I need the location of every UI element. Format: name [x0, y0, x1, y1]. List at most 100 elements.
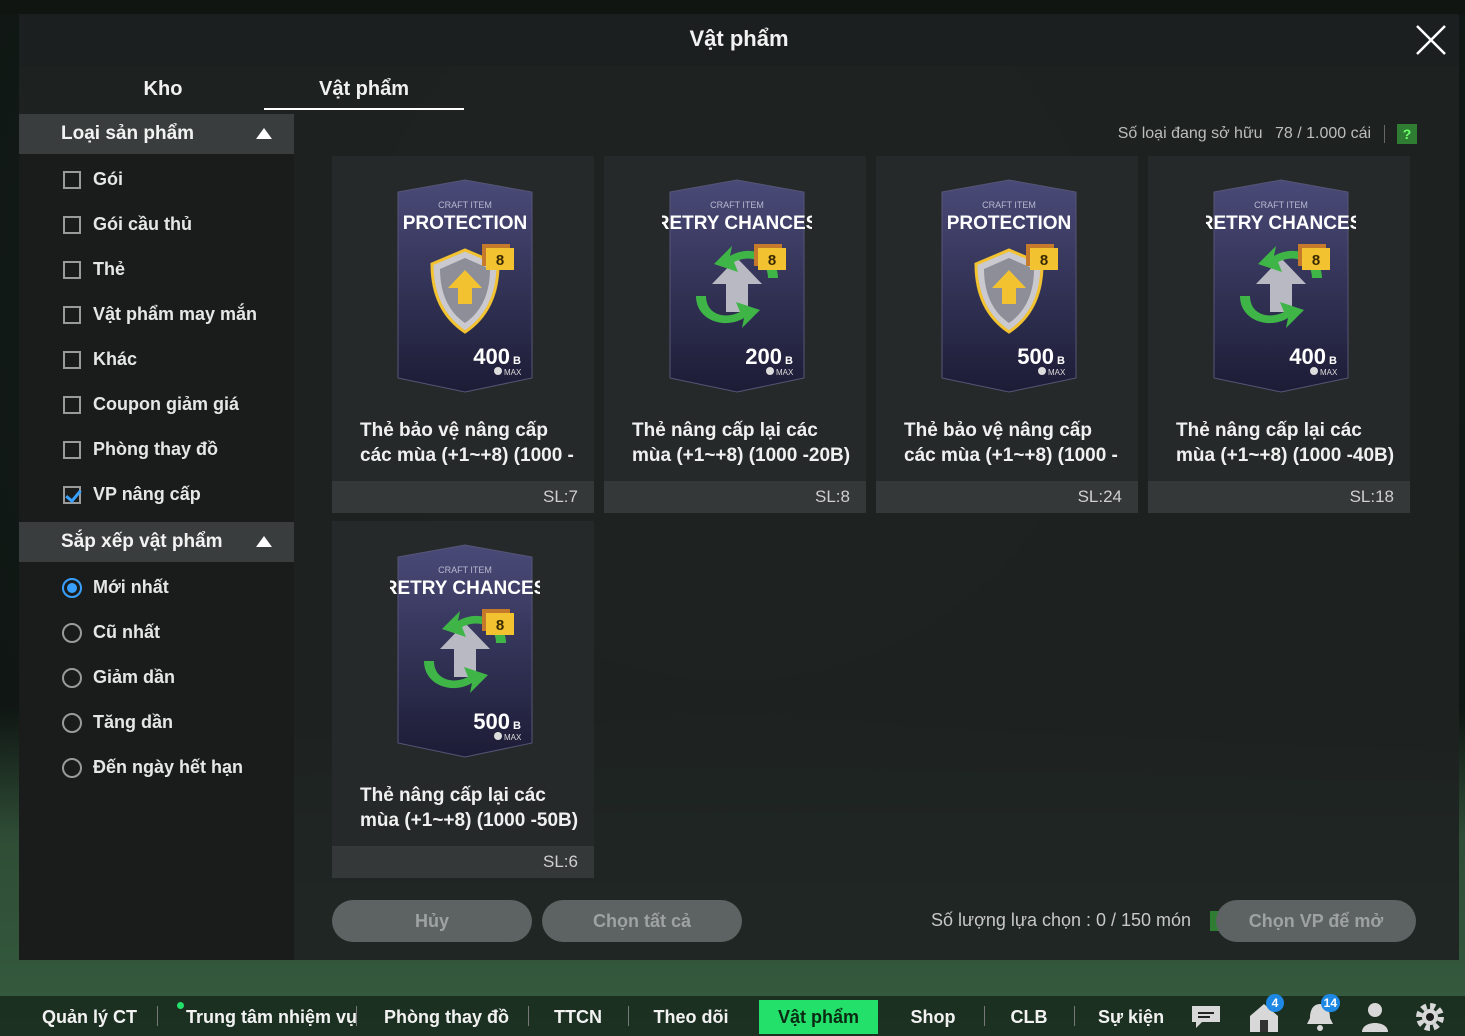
item-footer: SL:24 — [876, 481, 1138, 513]
owned-count-label: Số loại đang sở hữu — [1117, 125, 1263, 142]
close-button[interactable] — [1413, 22, 1449, 58]
cancel-button[interactable]: Hủy — [332, 900, 532, 942]
nav-theo-doi[interactable]: Theo dõi — [652, 996, 730, 1036]
protection-card-art: CRAFT ITEM PROTECTION 8 400 B MAX — [397, 179, 533, 393]
amount-label: 400 — [473, 344, 510, 369]
close-icon — [1416, 25, 1446, 55]
radio-button[interactable] — [62, 713, 82, 733]
item-name: Thẻ nâng cấp lại các mùa (+1~+8) (1000 -… — [360, 785, 579, 831]
item-quantity: SL:18 — [1349, 487, 1394, 506]
item-quantity: SL:24 — [1077, 487, 1122, 506]
filter-option[interactable]: Coupon giảm giá — [61, 391, 281, 421]
filter-option[interactable]: Phòng thay đồ — [61, 436, 281, 466]
radio-button[interactable] — [62, 623, 82, 643]
top-strip — [0, 0, 1465, 14]
sort-option-label: Giảm dần — [93, 667, 176, 687]
unit-label: B — [513, 720, 521, 732]
caret-up-icon — [256, 128, 272, 139]
unit-label: B — [1329, 355, 1337, 367]
chat-icon[interactable] — [1188, 1000, 1224, 1032]
item-card[interactable]: CRAFT ITEM RETRY CHANCES 8 200 B MAX Thẻ… — [604, 156, 866, 513]
owned-count-value: 78 / 1.000 cái — [1275, 125, 1372, 142]
caret-up-icon — [256, 536, 272, 547]
item-card[interactable]: CRAFT ITEM RETRY CHANCES 8 500 B MAX Thẻ… — [332, 521, 594, 878]
sort-option[interactable]: Giảm dần — [61, 664, 281, 694]
sort-header[interactable]: Sắp xếp vật phẩm — [19, 522, 294, 562]
level-label: 8 — [496, 252, 504, 269]
craft-label: CRAFT ITEM — [438, 565, 492, 575]
nav-su-kien[interactable]: Sự kiện — [1098, 996, 1164, 1036]
nav-divider — [628, 1006, 629, 1026]
sort-option[interactable]: Mới nhất — [61, 574, 281, 604]
card-art-title: PROTECTION — [403, 213, 528, 234]
item-name: Thẻ bảo vệ nâng cấp các mùa (+1~+8) (100… — [904, 420, 1118, 466]
nav-vat-pham[interactable]: Vật phẩm — [759, 1000, 878, 1034]
filter-option[interactable]: Thẻ — [61, 256, 281, 286]
checkbox[interactable] — [63, 261, 81, 279]
retry-card-art: CRAFT ITEM RETRY CHANCES 8 200 B MAX — [662, 179, 812, 393]
card-art-title: RETRY CHANCES — [1206, 213, 1356, 234]
item-name: Thẻ bảo vệ nâng cấp các mùa (+1~+8) (100… — [360, 420, 574, 466]
item-card[interactable]: CRAFT ITEM PROTECTION 8 400 B MAX Thẻ bả… — [332, 156, 594, 513]
level-label: 8 — [1040, 252, 1048, 269]
item-name: Thẻ nâng cấp lại các mùa (+1~+8) (1000 -… — [632, 420, 851, 466]
filter-option[interactable]: VP nâng cấp — [61, 481, 281, 511]
item-footer: SL:18 — [1148, 481, 1410, 513]
filter-option[interactable]: Gói cầu thủ — [61, 211, 281, 241]
sort-option[interactable]: Tăng dần — [61, 709, 281, 739]
items-modal: Vật phẩm Kho Vật phẩm Loại sản phẩm Gói G… — [19, 14, 1459, 960]
item-card[interactable]: CRAFT ITEM PROTECTION 8 500 B MAX Thẻ bả… — [876, 156, 1138, 513]
checkbox[interactable] — [63, 486, 81, 504]
checkbox[interactable] — [63, 396, 81, 414]
protection-card-art: CRAFT ITEM PROTECTION 8 500 B MAX — [941, 179, 1077, 393]
amount-label: 500 — [1017, 344, 1054, 369]
gear-icon[interactable] — [1412, 1000, 1448, 1032]
divider — [1383, 125, 1385, 143]
sort-option[interactable]: Đến ngày hết hạn — [61, 754, 281, 784]
radio-button[interactable] — [62, 668, 82, 688]
nav-ttcn[interactable]: TTCN — [550, 996, 606, 1036]
radio-button[interactable] — [62, 758, 82, 778]
filter-option[interactable]: Gói — [61, 166, 281, 196]
tab-kho[interactable]: Kho — [63, 66, 263, 110]
card-art-title: RETRY CHANCES — [390, 578, 540, 599]
help-icon[interactable]: ? — [1397, 124, 1417, 144]
checkbox[interactable] — [63, 171, 81, 189]
profile-icon[interactable] — [1357, 1000, 1393, 1032]
sort-option[interactable]: Cũ nhất — [61, 619, 281, 649]
bell-icon[interactable]: 14 — [1302, 994, 1340, 1032]
card-art-title: RETRY CHANCES — [662, 213, 812, 234]
modal-title: Vật phẩm — [689, 26, 789, 51]
home-icon[interactable]: 4 — [1246, 994, 1284, 1032]
selection-count: Số lượng lựa chọn : 0 / 150 món ? — [931, 910, 1231, 932]
radio-button[interactable] — [62, 578, 82, 598]
nav-clb[interactable]: CLB — [1008, 996, 1050, 1036]
nav-phong-thay-do[interactable]: Phòng thay đồ — [384, 996, 509, 1036]
open-selected-button[interactable]: Chọn VP để mở — [1216, 900, 1416, 942]
notification-dot — [177, 1002, 184, 1009]
nav-shop[interactable]: Shop — [906, 996, 960, 1036]
filter-option[interactable]: Vật phẩm may mắn — [61, 301, 281, 331]
card-art-title: PROTECTION — [947, 213, 1072, 234]
max-label: MAX — [1320, 368, 1338, 377]
item-quantity: SL:7 — [543, 487, 578, 506]
product-type-header[interactable]: Loại sản phẩm — [19, 114, 294, 154]
filter-option[interactable]: Khác — [61, 346, 281, 376]
owned-count: Số loại đang sở hữu 78 / 1.000 cái ? — [1118, 124, 1417, 148]
checkbox[interactable] — [63, 306, 81, 324]
nav-label: Trung tâm nhiệm vụ — [186, 1007, 358, 1027]
select-all-button[interactable]: Chọn tất cả — [542, 900, 742, 942]
checkbox[interactable] — [63, 441, 81, 459]
nav-trung-tam-nhiem-vu[interactable]: Trung tâm nhiệm vụ — [177, 996, 357, 1036]
home-badge: 4 — [1266, 994, 1284, 1012]
sort-title: Sắp xếp vật phẩm — [61, 531, 223, 552]
retry-card-art: CRAFT ITEM RETRY CHANCES 8 500 B MAX — [390, 544, 540, 758]
nav-quan-ly-ct[interactable]: Quản lý CT — [42, 996, 137, 1036]
tab-vat-pham[interactable]: Vật phẩm — [264, 66, 464, 110]
craft-label: CRAFT ITEM — [710, 200, 764, 210]
item-card[interactable]: CRAFT ITEM RETRY CHANCES 8 400 B MAX Thẻ… — [1148, 156, 1410, 513]
sort-option-label: Đến ngày hết hạn — [93, 757, 244, 777]
nav-divider — [1074, 1006, 1075, 1026]
checkbox[interactable] — [63, 216, 81, 234]
checkbox[interactable] — [63, 351, 81, 369]
